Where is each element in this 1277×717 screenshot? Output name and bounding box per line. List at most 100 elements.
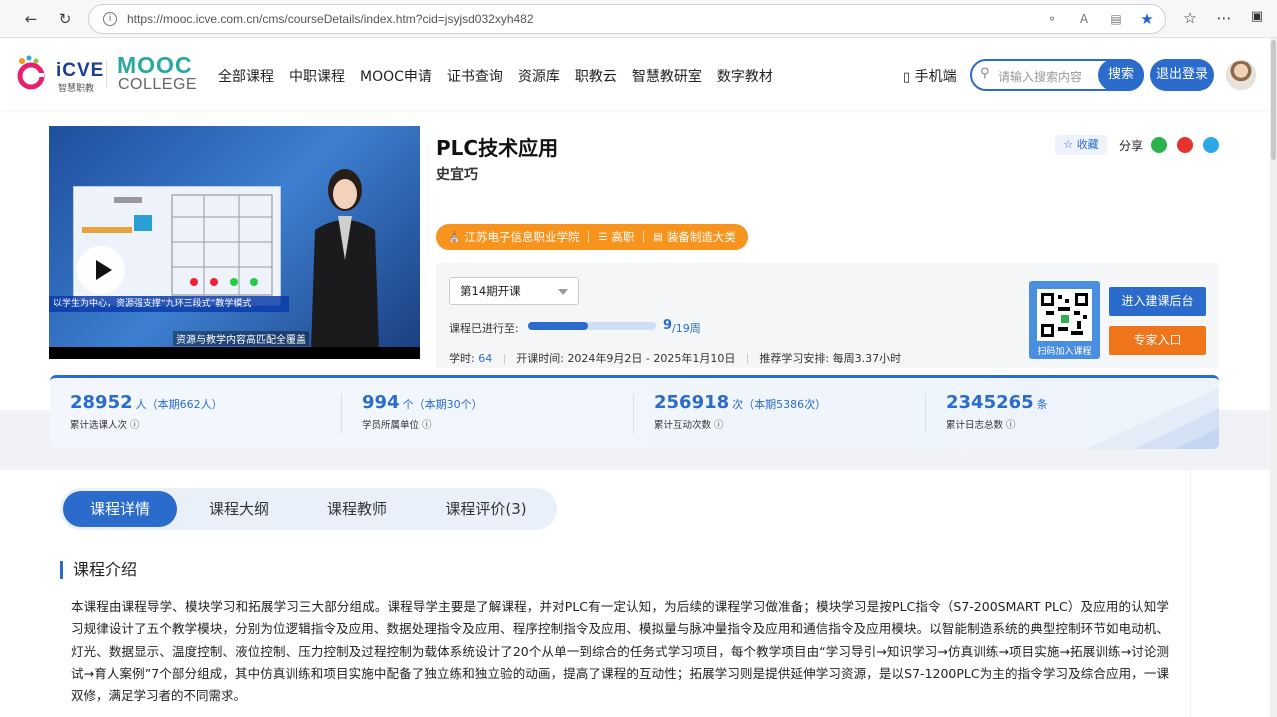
back-icon[interactable]: ←: [20, 8, 42, 30]
section-title: 课程介绍: [60, 561, 137, 579]
info-icon[interactable]: ⓘ: [422, 420, 432, 431]
stat-unit: 人（本期662人）: [135, 398, 223, 411]
video-bottom-bar: [49, 347, 420, 359]
info-icon[interactable]: i: [103, 12, 117, 26]
immersive-reader-icon[interactable]: ▤: [1108, 12, 1124, 28]
stat-label: 累计选课人次: [70, 420, 128, 431]
info-icon[interactable]: ⓘ: [130, 420, 140, 431]
mooc-logo[interactable]: MOOC: [117, 52, 193, 79]
refresh-icon[interactable]: ↻: [54, 8, 76, 30]
progress-label: 课程已进行至:: [449, 322, 519, 335]
tag-divider: [643, 231, 645, 243]
scrollbar-thumb[interactable]: [1271, 40, 1276, 160]
mobile-link[interactable]: ▯ 手机端: [903, 66, 957, 86]
progress-total-weeks: /19周: [672, 322, 701, 335]
progress-bar: [528, 322, 656, 330]
info-icon[interactable]: ⓘ: [714, 420, 724, 431]
stat-label: 学员所属单位: [362, 420, 420, 431]
period-label: 开课时间:: [516, 352, 564, 365]
stat-logs: 2345265 条 累计日志总数 ⓘ: [946, 392, 1048, 431]
nav-resource-library[interactable]: 资源库: [518, 66, 560, 86]
enter-backend-button[interactable]: 进入建课后台: [1109, 287, 1206, 316]
qr-code-panel[interactable]: 扫码加入课程: [1029, 281, 1100, 359]
search-icon: ⚲: [980, 66, 990, 81]
course-info-box: 第14期开课 课程已进行至: 9 /19周 学时: 64 开课时间: 2024年…: [436, 263, 1219, 368]
url-text[interactable]: https://mooc.icve.com.cn/cms/courseDetai…: [127, 12, 534, 26]
favorites-icon[interactable]: ☆: [1180, 9, 1200, 29]
course-description: 本课程由课程导学、模块学习和拓展学习三大部分组成。课程导学主要是了解课程，并对P…: [71, 599, 1169, 704]
share-label: 分享: [1119, 139, 1144, 153]
chevron-down-icon: [558, 289, 568, 295]
icve-logo-icon[interactable]: [16, 55, 46, 91]
hours-value: 64: [478, 352, 493, 365]
progress-current-week: 9: [663, 318, 673, 333]
favorite-button[interactable]: ☆ 收藏: [1055, 135, 1107, 155]
sidebar-icon[interactable]: ▣: [1247, 9, 1267, 29]
favorite-label: 收藏: [1076, 138, 1099, 151]
period-value: 2024年9月2日 - 2025年1月10日: [567, 352, 736, 365]
tab-syllabus[interactable]: 课程大纲: [180, 488, 298, 530]
nav-secondary-courses[interactable]: 中职课程: [289, 66, 345, 86]
weibo-share-icon[interactable]: [1177, 137, 1193, 153]
stat-unit: 次（本期5386次）: [732, 398, 827, 411]
qr-caption: 扫码加入课程: [1037, 347, 1092, 357]
tab-reviews[interactable]: 课程评价(3): [416, 488, 556, 530]
logo-divider: [106, 60, 107, 88]
play-button[interactable]: [77, 246, 125, 294]
layers-icon: ☰: [598, 231, 608, 243]
stat-enrollment: 28952 人（本期662人） 累计选课人次 ⓘ: [70, 392, 223, 431]
translate-icon[interactable]: ⚬: [1044, 12, 1060, 28]
stat-label: 累计互动次数: [654, 420, 712, 431]
stat-divider: [925, 394, 926, 434]
tag-level[interactable]: 高职: [611, 229, 634, 245]
decorative-pattern: [1085, 388, 1219, 449]
nav-certificate-query[interactable]: 证书查询: [447, 66, 503, 86]
star-icon: ☆: [1063, 138, 1074, 151]
stat-value: 2345265: [946, 392, 1034, 413]
tab-teachers[interactable]: 课程教师: [298, 488, 416, 530]
icve-logo-text[interactable]: iCVE: [56, 60, 104, 82]
expert-entry-button[interactable]: 专家入口: [1109, 326, 1206, 355]
nav-digital-textbook[interactable]: 数字教材: [717, 66, 773, 86]
tab-course-details[interactable]: 课程详情: [63, 491, 177, 527]
content-divider: [1190, 470, 1191, 717]
stat-divider: [633, 394, 634, 434]
video-caption: 资源与教学内容高匹配全覆盖: [173, 331, 309, 346]
search-input[interactable]: 请输入搜索内容: [998, 68, 1082, 85]
stat-value: 994: [362, 392, 400, 413]
search-button[interactable]: 搜索: [1098, 59, 1144, 91]
course-video[interactable]: 以学生为中心，资源强支撑“九环三段式”教学模式 资源与教学内容高匹配全覆盖: [49, 126, 420, 359]
presenter-image: [311, 169, 379, 350]
meta-divider: [746, 354, 748, 364]
address-bar[interactable]: i https://mooc.icve.com.cn/cms/courseDet…: [88, 4, 1166, 34]
info-icon[interactable]: ⓘ: [1006, 420, 1016, 431]
nav-mooc-apply[interactable]: MOOC申请: [360, 66, 432, 86]
tag-school[interactable]: 江苏电子信息职业学院: [464, 229, 579, 245]
course-tags: ⛪ 江苏电子信息职业学院 ☰ 高职 ▤ 装备制造大类: [436, 224, 748, 250]
video-banner-text: 以学生为中心，资源强支撑“九环三段式”教学模式: [49, 296, 289, 312]
read-aloud-icon[interactable]: A: [1076, 12, 1092, 28]
phone-icon: ▯: [903, 70, 911, 85]
hours-label: 学时:: [449, 352, 475, 365]
course-meta: 学时: 64 开课时间: 2024年9月2日 - 2025年1月10日 推荐学习…: [449, 350, 901, 366]
stat-value: 256918: [654, 392, 730, 413]
nav-all-courses[interactable]: 全部课程: [218, 66, 274, 86]
stat-divider: [341, 394, 342, 434]
main-nav: 全部课程 中职课程 MOOC申请 证书查询 资源库 职教云 智慧教研室 数字教材: [218, 66, 788, 86]
stat-label: 累计日志总数: [946, 420, 1004, 431]
nav-zjy-cloud[interactable]: 职教云: [575, 66, 617, 86]
course-teacher[interactable]: 史宜巧: [436, 164, 478, 184]
logout-button[interactable]: 退出登录: [1150, 59, 1214, 91]
nav-smart-research[interactable]: 智慧教研室: [632, 66, 702, 86]
course-tabs: 课程详情 课程大纲 课程教师 课程评价(3): [60, 488, 557, 530]
qq-share-icon[interactable]: [1203, 137, 1219, 153]
avatar[interactable]: [1226, 60, 1256, 90]
school-icon: ⛪: [448, 231, 461, 243]
favorite-star-icon[interactable]: ★: [1139, 10, 1155, 28]
wechat-share-icon[interactable]: [1151, 137, 1167, 153]
stat-units: 994 个（本期30个） 学员所属单位 ⓘ: [362, 392, 483, 431]
tag-category[interactable]: 装备制造大类: [667, 229, 736, 245]
more-icon[interactable]: ⋯: [1214, 9, 1234, 29]
term-select[interactable]: 第14期开课: [449, 277, 579, 305]
tag-divider: [588, 231, 590, 243]
